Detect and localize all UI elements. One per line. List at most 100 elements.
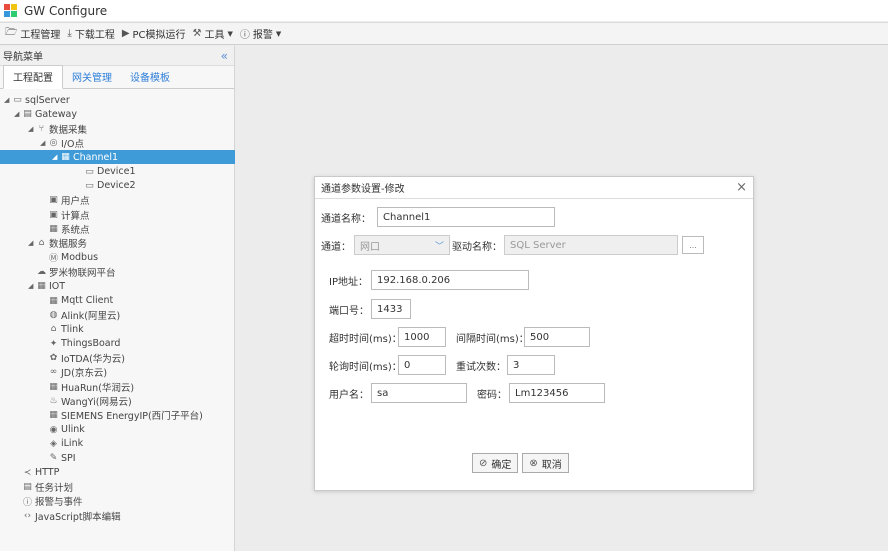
expand-arrow-icon[interactable]: ◢ xyxy=(40,139,48,147)
sidebar-tabs: 工程配置 网关管理 设备模板 xyxy=(0,65,234,89)
tree-node[interactable]: ▦ SIEMENS EnergyIP(西门子平台) xyxy=(0,408,235,422)
tree-node[interactable]: ♨ WangYi(网易云) xyxy=(0,394,235,408)
driver-value: SQL Server xyxy=(510,239,566,251)
tree-node[interactable]: ▣ 计算点 xyxy=(0,208,235,222)
tree-node-label: Alink(阿里云) xyxy=(61,310,121,322)
expand-arrow-icon[interactable]: ◢ xyxy=(28,239,36,247)
tree-node-label: SIEMENS EnergyIP(西门子平台) xyxy=(61,411,203,423)
tree-node-label: Channel1 xyxy=(73,151,119,163)
tree-node[interactable]: ▭ Device2 xyxy=(0,179,235,193)
tree-node[interactable]: ▦ HuaRun(华润云) xyxy=(0,380,235,394)
pc-simulate-button[interactable]: ▶ PC模拟运行 xyxy=(122,26,186,41)
project-manage-button[interactable]: 🗁 工程管理 xyxy=(5,25,60,42)
tree-node[interactable]: ◉ Ulink xyxy=(0,423,235,437)
collapse-icon[interactable]: « xyxy=(221,49,228,63)
tree-node[interactable]: ☁ 罗米物联网平台 xyxy=(0,265,235,279)
tree-node[interactable]: ◈ iLink xyxy=(0,437,235,451)
tree-node[interactable]: ◍ Alink(阿里云) xyxy=(0,308,235,322)
tree-node[interactable]: ◢ ◎ I/O点 xyxy=(0,136,235,150)
expand-arrow-icon[interactable]: ◢ xyxy=(14,110,22,118)
tree-node[interactable]: ◢ ▤ Gateway xyxy=(0,107,235,121)
share-icon: ≺ xyxy=(23,467,32,478)
tree-node-label: 数据采集 xyxy=(49,124,88,136)
tree-node[interactable]: ✎ SPI xyxy=(0,451,235,465)
tree-node[interactable]: ◢ ▭ sqlServer xyxy=(0,93,235,107)
tree-node-label: I/O点 xyxy=(61,138,84,150)
wangyi-icon: ♨ xyxy=(49,395,58,406)
channel-label: 通道： xyxy=(321,241,351,253)
tree-node[interactable]: Ⓜ Modbus xyxy=(0,251,235,265)
dialog-header: 通道参数设置-修改 × xyxy=(315,177,753,199)
tree-node[interactable]: ▭ Device1 xyxy=(0,165,235,179)
username-input[interactable] xyxy=(371,383,467,403)
port-input[interactable] xyxy=(371,299,411,319)
dialog-title: 通道参数设置-修改 xyxy=(321,184,405,195)
tree-node[interactable]: ∞ JD(京东云) xyxy=(0,365,235,379)
chevron-down-icon: ﹀ xyxy=(434,241,444,252)
expand-arrow-icon[interactable]: ◢ xyxy=(4,96,12,104)
close-icon[interactable]: × xyxy=(736,180,747,195)
retry-input[interactable] xyxy=(507,355,555,375)
poll-row: 轮询时间(ms)： 重试次数： xyxy=(329,355,555,375)
tab-gateway-manage[interactable]: 网关管理 xyxy=(63,66,121,88)
interval-input[interactable] xyxy=(524,327,590,347)
tab-device-template[interactable]: 设备模板 xyxy=(121,66,179,88)
tree-node[interactable]: ◢ ⌂ 数据服务 xyxy=(0,236,235,250)
tree-node[interactable]: ‹› JavaScript脚本编辑 xyxy=(0,509,235,523)
tree-node-label: 罗米物联网平台 xyxy=(49,267,116,279)
expand-arrow-icon[interactable]: ◢ xyxy=(28,282,36,290)
app-logo-icon xyxy=(4,4,17,17)
chevron-down-icon: ▼ xyxy=(227,29,233,38)
tree-node[interactable]: ◢ ▦ Channel1 xyxy=(0,150,235,165)
tree-node[interactable]: ▤ 任务计划 xyxy=(0,480,235,494)
credentials-row: 用户名： 密码： xyxy=(329,383,605,403)
tree-node-label: Modbus xyxy=(61,252,99,264)
password-input[interactable] xyxy=(509,383,605,403)
download-project-button[interactable]: ⤓ 下载工程 xyxy=(67,26,114,41)
cancel-label: 取消 xyxy=(541,459,562,471)
tools-menu[interactable]: ⚒ 工具 ▼ xyxy=(193,26,233,41)
tree-node[interactable]: ⓘ 报警与事件 xyxy=(0,494,235,508)
tree-node-label: Ulink xyxy=(61,424,85,436)
poll-input[interactable] xyxy=(398,355,446,375)
tree-node[interactable]: ◢ ⑂ 数据采集 xyxy=(0,122,235,136)
channel-select-value: 网口 xyxy=(360,241,380,253)
tree-node[interactable]: ▦ 系统点 xyxy=(0,222,235,236)
cancel-button[interactable]: ⊗ 取消 xyxy=(522,453,569,473)
expand-arrow-icon[interactable]: ◢ xyxy=(28,125,36,133)
tree-node[interactable]: ▣ 用户点 xyxy=(0,193,235,207)
tree-node-label: WangYi(网易云) xyxy=(61,396,132,408)
timeout-row: 超时时间(ms)： 间隔时间(ms)： xyxy=(329,327,590,347)
expand-arrow-icon[interactable]: ◢ xyxy=(52,153,60,161)
username-label: 用户名： xyxy=(329,389,369,401)
cancel-circle-icon: ⊗ xyxy=(529,457,538,469)
ok-button[interactable]: ⊘ 确定 xyxy=(472,453,519,473)
driver-browse-button[interactable]: ... xyxy=(682,236,704,254)
tlink-icon: ⌂ xyxy=(50,324,57,335)
ip-address-input[interactable] xyxy=(371,270,529,290)
tree-node[interactable]: ≺ HTTP xyxy=(0,466,235,480)
timeout-input[interactable] xyxy=(398,327,446,347)
tree-node[interactable]: ✦ ThingsBoard xyxy=(0,337,235,351)
channel-name-input[interactable] xyxy=(377,207,555,227)
io-icon: ◎ xyxy=(49,137,58,148)
tree-node[interactable]: ✿ IoTDA(华为云) xyxy=(0,351,235,365)
download-project-label: 下载工程 xyxy=(74,30,115,41)
ilink-icon: ◈ xyxy=(50,438,57,449)
gateway-icon: ▤ xyxy=(23,109,32,120)
tree-node-label: JD(京东云) xyxy=(61,368,108,380)
iotda-icon: ✿ xyxy=(49,352,58,363)
channel-select[interactable]: 网口 ﹀ xyxy=(354,235,450,255)
folder-icon: 🗁 xyxy=(5,27,18,38)
tree-node[interactable]: ▦ Mqtt Client xyxy=(0,294,235,308)
task-icon: ▤ xyxy=(23,481,32,492)
alarm-menu[interactable]: ⓘ 报警 ▼ xyxy=(240,26,281,42)
tree-node[interactable]: ⌂ Tlink xyxy=(0,322,235,336)
project-manage-label: 工程管理 xyxy=(20,30,61,41)
modbus-icon: Ⓜ xyxy=(48,254,58,265)
channel-name-row: 通道名称： xyxy=(321,207,555,227)
password-label: 密码： xyxy=(477,389,507,401)
check-circle-icon: ⊘ xyxy=(479,457,488,469)
tab-project-config[interactable]: 工程配置 xyxy=(3,65,63,89)
tree-node[interactable]: ◢ ▦ IOT xyxy=(0,279,235,293)
